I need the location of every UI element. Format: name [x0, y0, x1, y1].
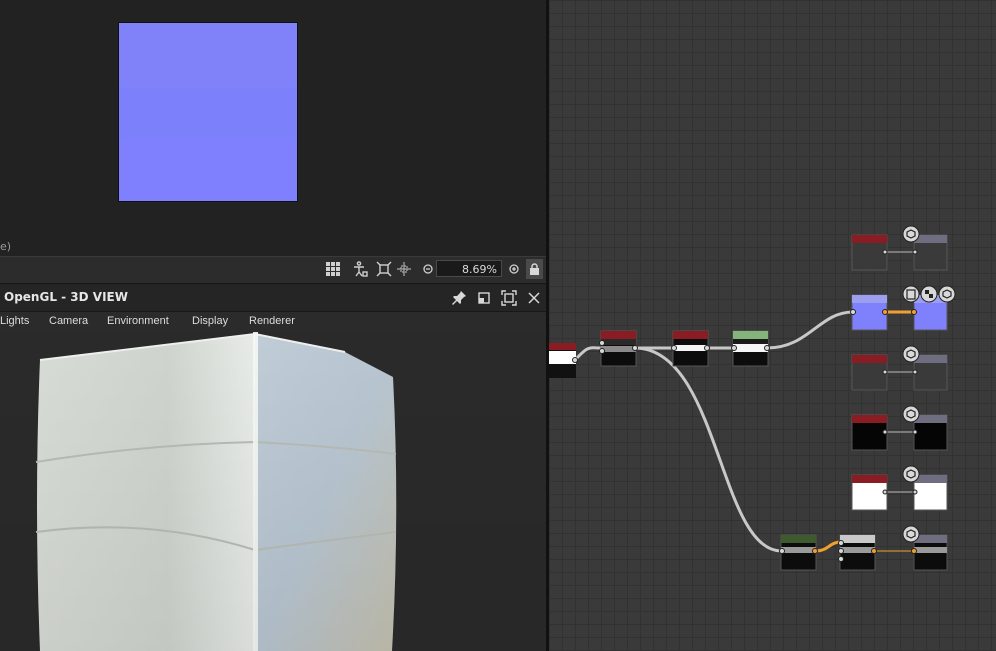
- node-graph-canvas: [549, 225, 956, 571]
- 3d-cube-render: [0, 332, 546, 651]
- move-view-icon[interactable]: [396, 261, 412, 277]
- node-graph[interactable]: [549, 0, 996, 651]
- left-pane: e) 8.69% OpenGL - 3D VIEW Lights Camera …: [0, 0, 546, 651]
- wire: [635, 346, 782, 553]
- output-badge-icon[interactable]: [902, 465, 920, 483]
- menu-environment[interactable]: Environment: [107, 315, 169, 327]
- output-badge-icon[interactable]: [902, 405, 920, 423]
- output-badge-icon[interactable]: [902, 225, 920, 243]
- 3d-view-menubar: Lights Camera Environment Display Render…: [0, 312, 546, 332]
- lock-icon[interactable]: [526, 259, 543, 279]
- output-badge-icon[interactable]: [902, 525, 920, 543]
- zoom-in-icon[interactable]: [506, 261, 522, 277]
- person-tiling-icon[interactable]: [352, 261, 368, 277]
- zoom-out-icon[interactable]: [420, 261, 436, 277]
- wire: [766, 310, 854, 350]
- wire: [573, 346, 602, 362]
- maximize-icon[interactable]: [501, 290, 517, 306]
- graph-node[interactable]: [732, 330, 769, 367]
- output-badge-icon[interactable]: [902, 285, 956, 303]
- 2d-view-preview: e): [0, 0, 546, 256]
- graph-node[interactable]: [549, 343, 576, 378]
- float-icon[interactable]: [476, 290, 492, 306]
- graph-node[interactable]: [672, 330, 709, 367]
- grid-icon[interactable]: [325, 261, 341, 277]
- menu-display[interactable]: Display: [192, 315, 228, 327]
- active-wire: [814, 540, 842, 553]
- graph-node[interactable]: [839, 534, 876, 571]
- graph-node[interactable]: [600, 330, 637, 367]
- normal-map-preview: [118, 22, 298, 202]
- pin-icon[interactable]: [451, 290, 467, 306]
- 3d-viewport[interactable]: [0, 332, 546, 651]
- fit-frame-icon[interactable]: [376, 261, 392, 277]
- graph-node[interactable]: [913, 534, 948, 571]
- partial-label: e): [0, 240, 12, 253]
- 3d-view-title: OpenGL - 3D VIEW: [4, 290, 128, 304]
- close-icon[interactable]: [526, 290, 542, 306]
- menu-renderer[interactable]: Renderer: [249, 315, 295, 327]
- menu-lights[interactable]: Lights: [0, 315, 29, 327]
- output-badge-icon[interactable]: [902, 345, 920, 363]
- graph-node[interactable]: [780, 534, 817, 571]
- menu-camera[interactable]: Camera: [49, 315, 88, 327]
- zoom-level-field[interactable]: 8.69%: [436, 260, 502, 277]
